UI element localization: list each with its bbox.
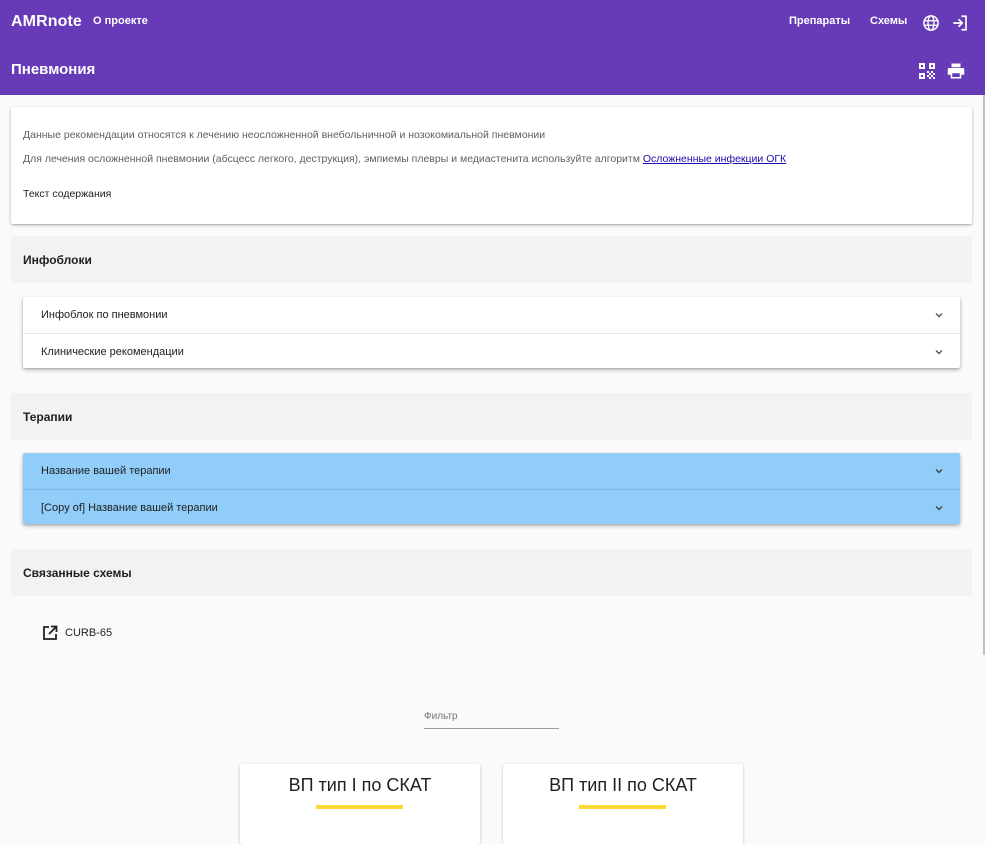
complicated-infections-link[interactable]: Осложненные инфекции ОГК xyxy=(643,153,786,165)
top-nav: AMRnote О проекте Препараты Схемы xyxy=(0,0,985,45)
nav-drugs-link[interactable]: Препараты xyxy=(789,15,850,27)
nav-schemes-link[interactable]: Схемы xyxy=(870,15,907,27)
therapies-accordion: Название вашей терапии [Copy of] Названи… xyxy=(23,453,960,524)
panel-title: Клинические рекомендации xyxy=(41,346,184,358)
chevron-down-icon xyxy=(935,506,943,511)
about-link[interactable]: О проекте xyxy=(93,15,148,27)
related-schemes-heading: Связанные схемы xyxy=(23,566,132,580)
page-title: Пневмония xyxy=(11,61,96,78)
infoblocks-heading: Инфоблоки xyxy=(23,253,92,267)
login-icon[interactable] xyxy=(950,13,970,33)
therapy-panel[interactable]: Название вашей терапии xyxy=(23,453,960,488)
intro-card: Данные рекомендации относятся к лечению … xyxy=(11,107,972,224)
tile-accent-bar xyxy=(579,805,666,809)
qr-code-icon[interactable] xyxy=(917,61,937,81)
therapies-heading: Терапии xyxy=(23,410,73,424)
globe-icon[interactable] xyxy=(921,13,941,33)
therapies-header: Терапии xyxy=(11,393,972,440)
chevron-down-icon xyxy=(935,469,943,474)
infoblock-panel[interactable]: Инфоблок по пневмонии xyxy=(23,297,960,332)
intro-text: Данные рекомендации относятся к лечению … xyxy=(23,129,546,141)
related-schemes-header: Связанные схемы xyxy=(11,549,972,596)
brand-logo[interactable]: AMRnote xyxy=(11,13,82,31)
therapy-panel[interactable]: [Copy of] Название вашей терапии xyxy=(23,489,960,525)
filter-field xyxy=(424,710,559,729)
panel-title: Инфоблок по пневмонии xyxy=(41,309,168,321)
tile-title: ВП тип I по СКАТ xyxy=(288,775,432,795)
infoblocks-header: Инфоблоки xyxy=(11,236,972,283)
open-in-new-icon xyxy=(43,625,58,640)
infoblock-panel[interactable]: Клинические рекомендации xyxy=(23,333,960,369)
tile-accent-bar xyxy=(316,805,403,809)
infoblocks-accordion: Инфоблок по пневмонии Клинические рекоме… xyxy=(23,297,960,368)
filter-input[interactable] xyxy=(424,711,559,722)
tile-title: ВП тип II по СКАТ xyxy=(549,775,697,795)
scheme-tile[interactable]: ВП тип II по СКАТ xyxy=(503,764,743,844)
scheme-tile[interactable]: ВП тип I по СКАТ xyxy=(240,764,480,844)
panel-title: [Copy of] Название вашей терапии xyxy=(41,502,218,514)
print-icon[interactable] xyxy=(946,61,966,81)
chevron-down-icon xyxy=(935,313,943,318)
intro-text-complicated: Для лечения осложненной пневмонии (абсце… xyxy=(23,153,786,165)
intro-text-prefix: Для лечения осложненной пневмонии (абсце… xyxy=(23,153,643,165)
scheme-link-label: CURB-65 xyxy=(65,627,113,639)
content-text: Текст содержания xyxy=(23,188,112,200)
app-header: AMRnote О проекте Препараты Схемы Пневмо… xyxy=(0,0,985,95)
panel-title: Название вашей терапии xyxy=(41,465,171,477)
chevron-down-icon xyxy=(935,350,943,355)
